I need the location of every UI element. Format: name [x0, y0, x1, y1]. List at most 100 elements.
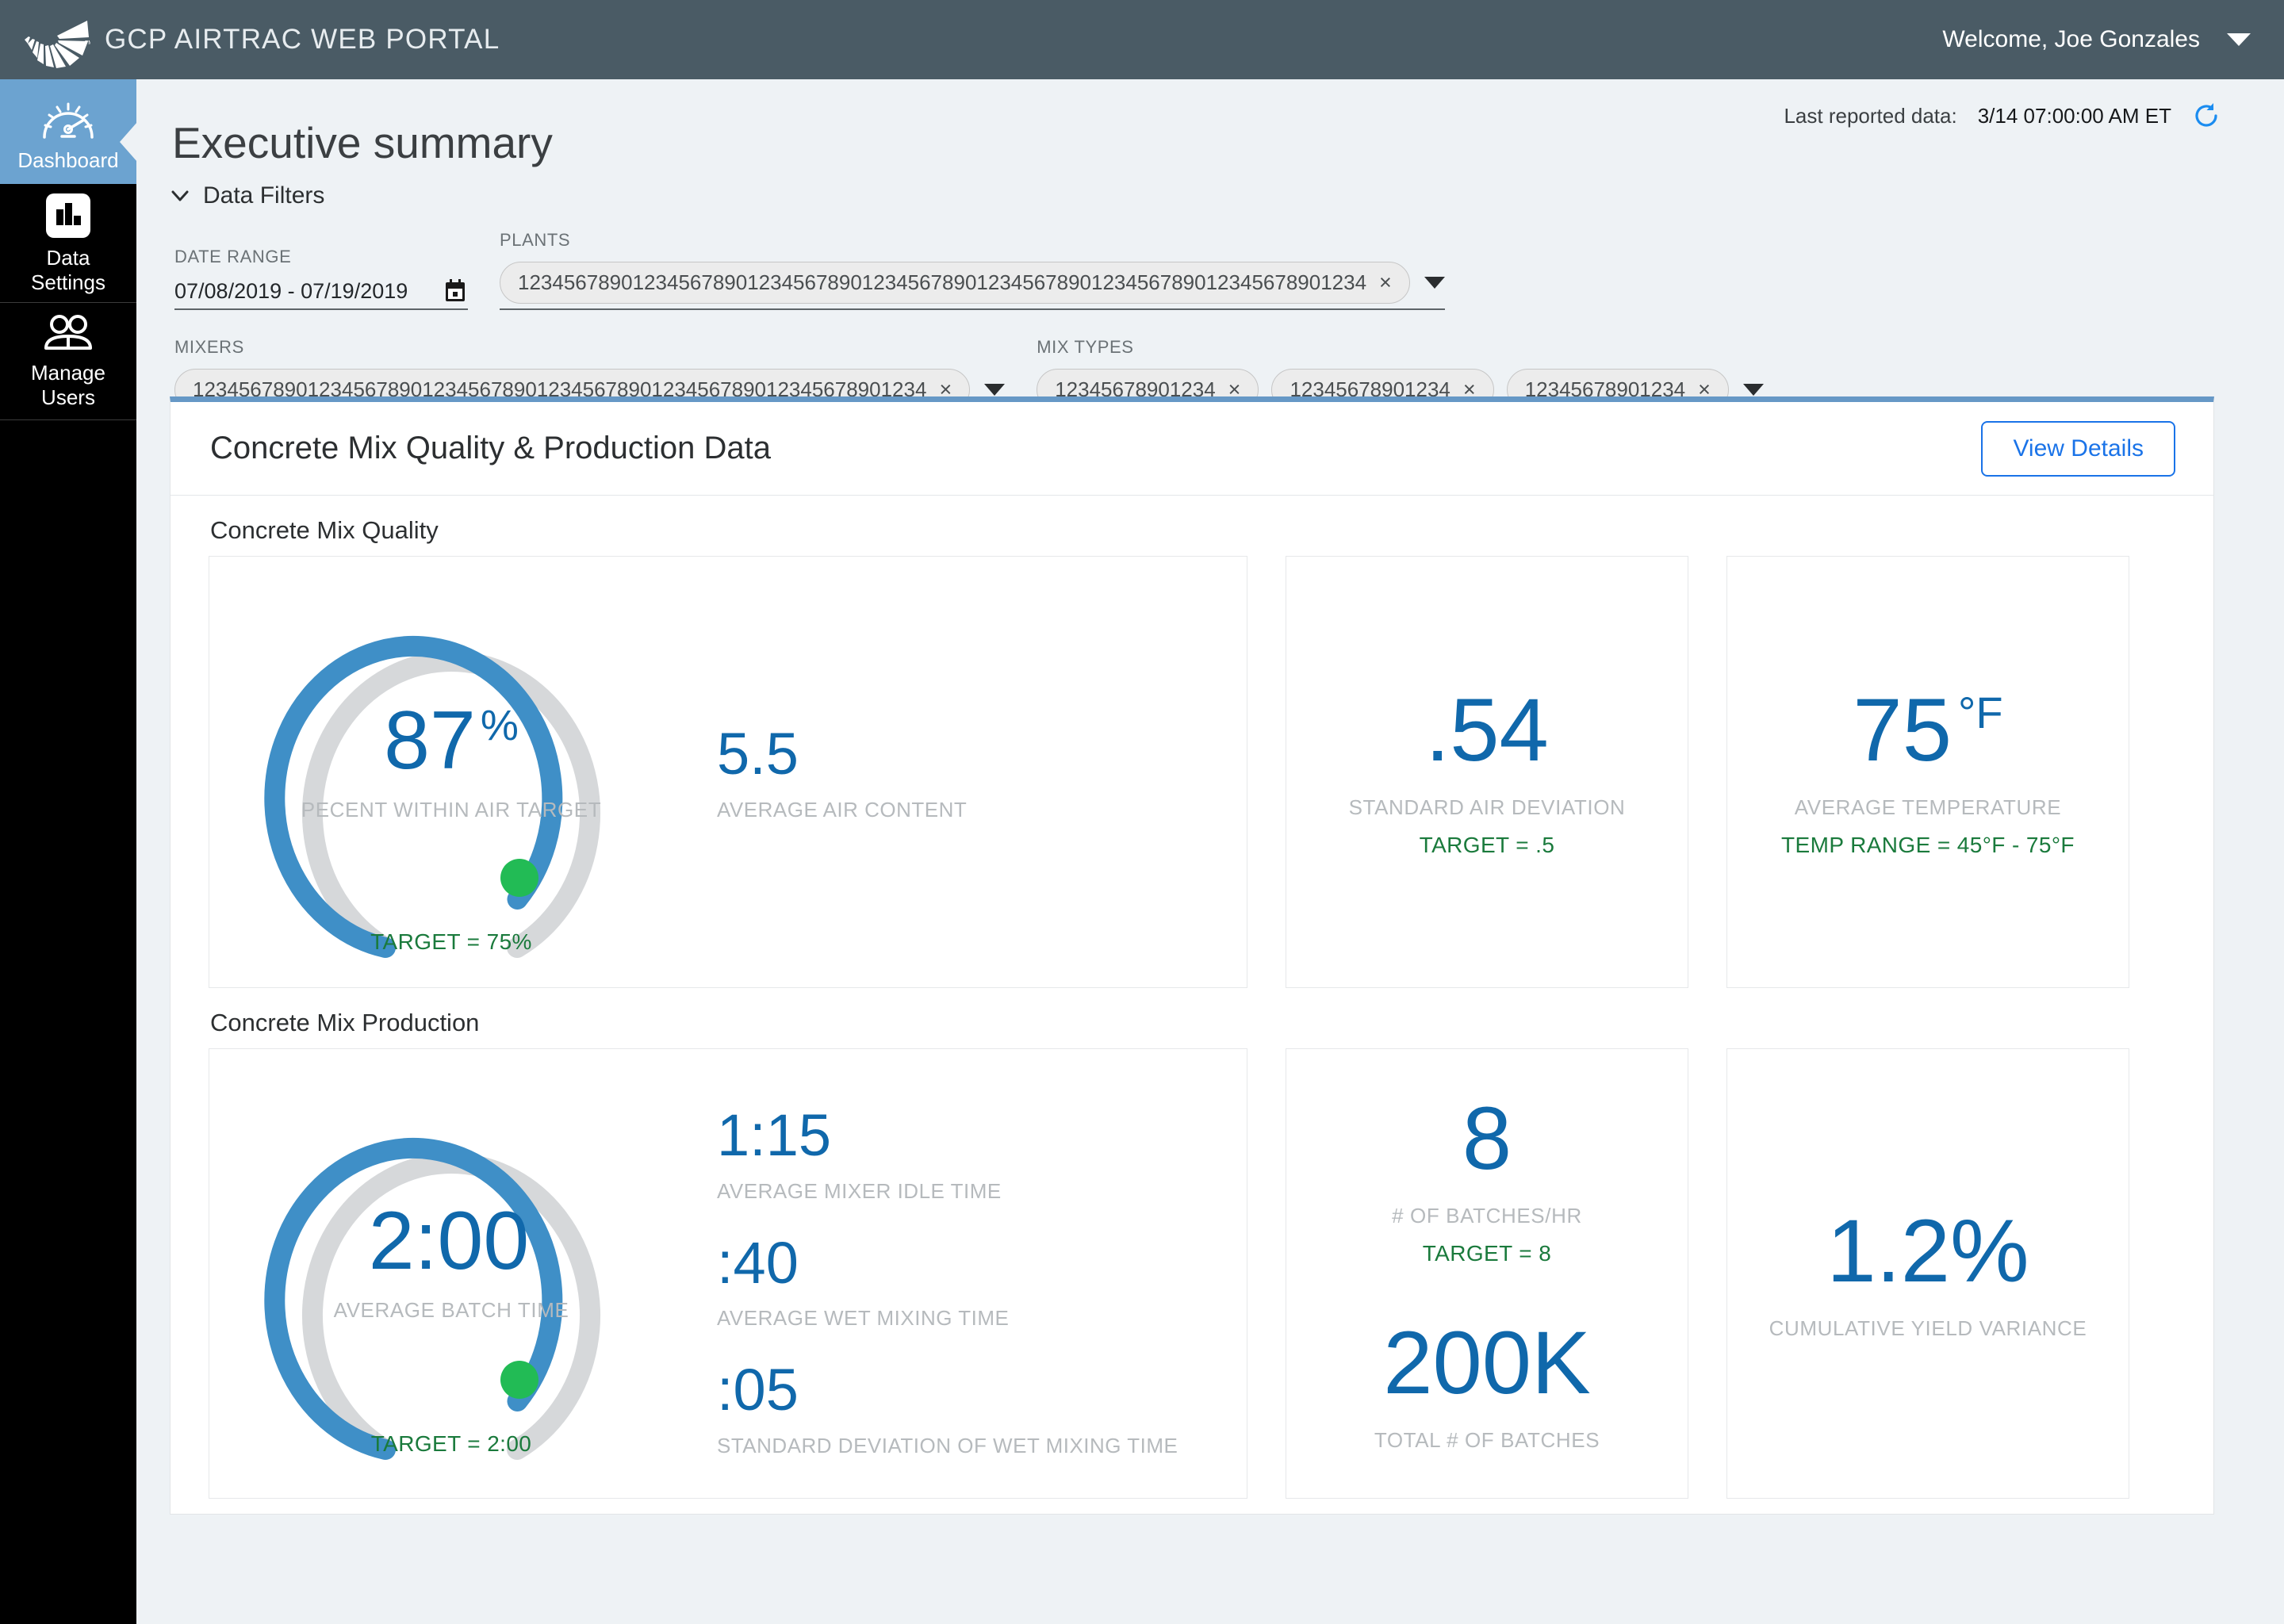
- caret-down-icon[interactable]: [1424, 277, 1445, 289]
- quality-gauge-tile: 87 % PECENT WITHIN AIR TARGET TARGET = 7…: [209, 556, 1247, 988]
- gauge-marker: [500, 859, 538, 897]
- kpi-value: 200K: [1383, 1319, 1591, 1408]
- metric-value: :05: [717, 1358, 1247, 1422]
- top-bar: TM GCP AIRTRAC WEB PORTAL Welcome, Joe G…: [0, 0, 2284, 79]
- quality-metrics: 5.5 AVERAGE AIR CONTENT: [693, 722, 1247, 822]
- summary-panel: Concrete Mix Quality & Production Data V…: [170, 396, 2214, 1515]
- kpi-target: TARGET = 8: [1392, 1241, 1582, 1266]
- total-batches-group: 200K TOTAL # OF BATCHES: [1374, 1319, 1600, 1453]
- gauge-center-readout: 2:00 AVERAGE BATCH TIME: [209, 1200, 693, 1323]
- gauge-icon: [38, 96, 98, 142]
- kpi-label: CUMULATIVE YIELD VARIANCE: [1769, 1316, 2087, 1341]
- batches-card: 8 # OF BATCHES/HR TARGET = 8 200K TOTAL …: [1286, 1048, 1688, 1499]
- sidebar-item-label: Data Settings: [31, 246, 105, 295]
- close-icon[interactable]: ×: [1379, 272, 1392, 293]
- gauge-value: 2:00: [369, 1200, 529, 1282]
- kpi-target: TEMP RANGE = 45°F - 75°F: [1781, 833, 2075, 858]
- kpi-value-wrap: 200K: [1383, 1319, 1591, 1408]
- plants-field: PLANTS 123456789012345678901234567890123…: [500, 230, 1445, 310]
- section-label-quality: Concrete Mix Quality: [210, 516, 2213, 545]
- section-label-production: Concrete Mix Production: [210, 1009, 2213, 1037]
- view-details-button[interactable]: View Details: [1981, 421, 2175, 477]
- metric-average-wet-mixing-time: :40 AVERAGE WET MIXING TIME: [717, 1231, 1247, 1331]
- production-gauge-tile: 2:00 AVERAGE BATCH TIME TARGET = 2:00 1:…: [209, 1048, 1247, 1499]
- page-title: Executive summary: [172, 117, 553, 168]
- batches-per-hour-group: 8 # OF BATCHES/HR TARGET = 8: [1392, 1094, 1582, 1266]
- caret-down-icon[interactable]: [1743, 384, 1764, 396]
- last-reported-data: Last reported data: 3/14 07:00:00 AM ET: [1784, 102, 2221, 130]
- kpi-label: # OF BATCHES/HR: [1392, 1204, 1582, 1228]
- kpi-value-wrap: .54: [1425, 686, 1549, 775]
- chip[interactable]: 1234567890123456789012345678901234567890…: [500, 262, 1410, 304]
- sidebar-item-manage-users[interactable]: Manage Users: [0, 303, 136, 420]
- metric-average-air-content: 5.5 AVERAGE AIR CONTENT: [717, 722, 1247, 822]
- metric-label: STANDARD DEVIATION OF WET MIXING TIME: [717, 1434, 1247, 1458]
- metric-label: AVERAGE MIXER IDLE TIME: [717, 1179, 1247, 1204]
- production-metrics: 1:15 AVERAGE MIXER IDLE TIME :40 AVERAGE…: [693, 1089, 1247, 1457]
- sidebar-item-dashboard[interactable]: Dashboard: [0, 79, 136, 184]
- metric-label: AVERAGE WET MIXING TIME: [717, 1306, 1247, 1331]
- metric-value: 5.5: [717, 722, 1247, 786]
- chip-label: 1234567890123456789012345678901234567890…: [518, 270, 1366, 295]
- kpi-target: TARGET = .5: [1420, 833, 1555, 858]
- gauge-unit: %: [481, 704, 519, 747]
- cumulative-yield-variance-card: 1.2% CUMULATIVE YIELD VARIANCE: [1726, 1048, 2129, 1499]
- user-menu[interactable]: Welcome, Joe Gonzales: [1942, 26, 2284, 53]
- date-range-input[interactable]: 07/08/2019 - 07/19/2019: [174, 278, 468, 310]
- average-batch-time-gauge: 2:00 AVERAGE BATCH TIME TARGET = 2:00: [209, 1049, 693, 1498]
- metric-stdev-wet-mixing-time: :05 STANDARD DEVIATION OF WET MIXING TIM…: [717, 1358, 1247, 1457]
- metric-average-mixer-idle-time: 1:15 AVERAGE MIXER IDLE TIME: [717, 1103, 1247, 1203]
- plants-chips: 1234567890123456789012345678901234567890…: [500, 262, 1410, 304]
- kpi-unit: °F: [1958, 691, 2003, 735]
- plants-label: PLANTS: [500, 230, 1445, 251]
- app-title: GCP AIRTRAC WEB PORTAL: [105, 24, 500, 56]
- mix-types-label: MIX TYPES: [1037, 337, 1764, 358]
- gauge-target: TARGET = 2:00: [209, 1431, 693, 1457]
- fan-logo-icon: TM: [22, 10, 90, 69]
- sidebar-item-label: Dashboard: [17, 148, 118, 173]
- welcome-label: Welcome, Joe Gonzales: [1942, 26, 2200, 53]
- kpi-value: .54: [1425, 686, 1549, 775]
- gauge-value-wrap: 87 %: [384, 699, 519, 782]
- date-range-field: DATE RANGE 07/08/2019 - 07/19/2019: [174, 247, 468, 310]
- quality-row: 87 % PECENT WITHIN AIR TARGET TARGET = 7…: [171, 556, 2213, 988]
- metric-label: AVERAGE AIR CONTENT: [717, 798, 1247, 822]
- chevron-down-icon: [170, 186, 190, 206]
- brand[interactable]: TM GCP AIRTRAC WEB PORTAL: [0, 10, 500, 69]
- date-range-value: 07/08/2019 - 07/19/2019: [174, 279, 408, 304]
- gauge-caption: PECENT WITHIN AIR TARGET: [209, 798, 693, 822]
- sidebar-item-data-settings[interactable]: Data Settings: [0, 184, 136, 303]
- last-reported-label: Last reported data:: [1784, 104, 1956, 128]
- bar-chart-icon: [44, 192, 92, 239]
- plants-select[interactable]: 1234567890123456789012345678901234567890…: [500, 262, 1445, 310]
- gauge-value-wrap: 2:00: [369, 1200, 534, 1282]
- svg-text:TM: TM: [85, 40, 90, 46]
- kpi-label: AVERAGE TEMPERATURE: [1795, 795, 2061, 820]
- production-row: 2:00 AVERAGE BATCH TIME TARGET = 2:00 1:…: [171, 1048, 2213, 1499]
- gauge-marker: [500, 1361, 538, 1399]
- gauge-target: TARGET = 75%: [209, 929, 693, 955]
- kpi-value: 75: [1853, 686, 1952, 775]
- users-icon: [41, 313, 95, 354]
- kpi-value-wrap: 1.2%: [1826, 1207, 2029, 1296]
- kpi-value: 8: [1462, 1094, 1512, 1183]
- data-filters-toggle[interactable]: Data Filters: [170, 182, 324, 209]
- last-reported-value: 3/14 07:00:00 AM ET: [1978, 104, 2171, 128]
- standard-air-deviation-card: .54 STANDARD AIR DEVIATION TARGET = .5: [1286, 556, 1688, 988]
- calendar-icon[interactable]: [443, 278, 468, 304]
- refresh-icon[interactable]: [2192, 102, 2221, 130]
- kpi-label: TOTAL # OF BATCHES: [1374, 1428, 1600, 1453]
- app-root: TM GCP AIRTRAC WEB PORTAL Welcome, Joe G…: [0, 0, 2284, 1624]
- chevron-down-icon[interactable]: [2227, 33, 2251, 46]
- kpi-value: 1.2%: [1826, 1207, 2029, 1296]
- average-temperature-card: 75 °F AVERAGE TEMPERATURE TEMP RANGE = 4…: [1726, 556, 2129, 988]
- filter-row-primary: DATE RANGE 07/08/2019 - 07/19/2019 PLANT…: [174, 230, 1445, 310]
- metric-value: 1:15: [717, 1103, 1247, 1167]
- date-range-label: DATE RANGE: [174, 247, 468, 267]
- metric-value: :40: [717, 1231, 1247, 1295]
- active-indicator: [120, 122, 137, 162]
- panel-title: Concrete Mix Quality & Production Data: [210, 431, 771, 466]
- gauge-center-readout: 87 % PECENT WITHIN AIR TARGET: [209, 699, 693, 822]
- caret-down-icon[interactable]: [984, 384, 1005, 396]
- kpi-value-wrap: 75 °F: [1853, 686, 2002, 775]
